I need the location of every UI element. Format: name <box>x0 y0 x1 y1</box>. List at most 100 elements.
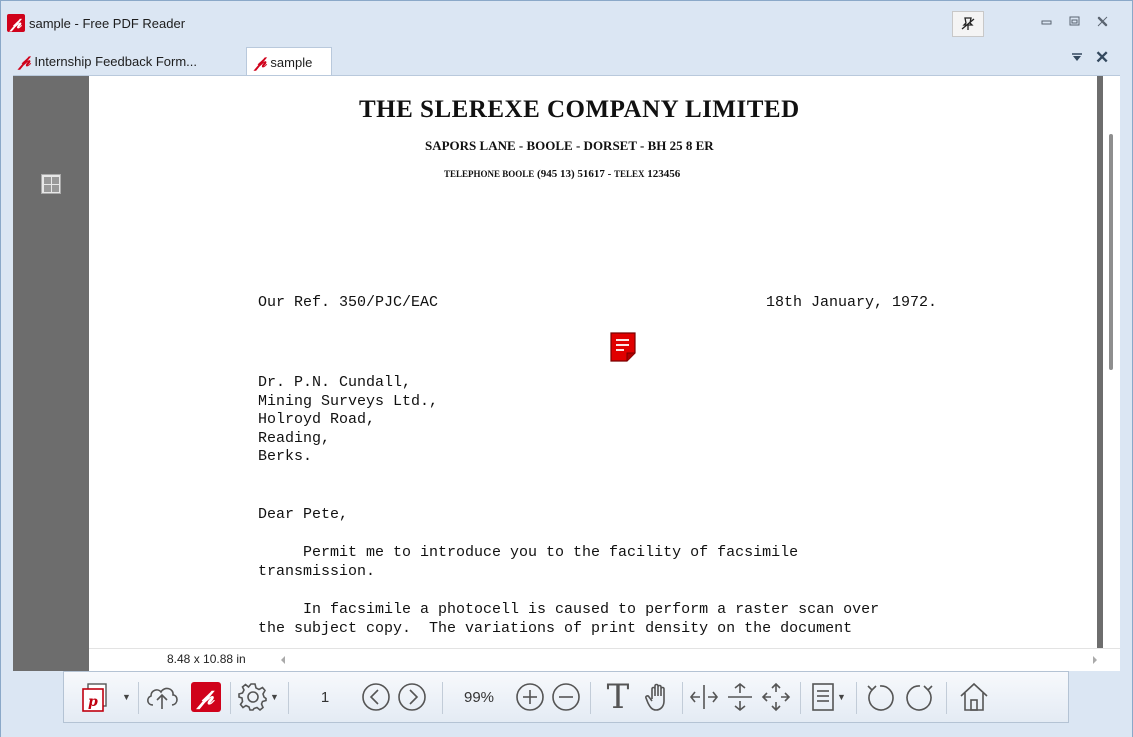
toolbar-separator <box>682 682 683 714</box>
open-pdf-icon: p <box>82 683 107 712</box>
thumbnails-icon-cell <box>44 185 51 192</box>
close-window-button[interactable] <box>1091 13 1113 33</box>
salutation: Dear Pete, <box>258 506 349 523</box>
open-file-button[interactable]: p <box>72 680 118 714</box>
hand-tool[interactable] <box>640 680 676 714</box>
vertical-scrollbar-thumb[interactable] <box>1109 134 1113 370</box>
tab-sample[interactable]: 𝓅 sample <box>246 47 332 75</box>
pdf-logo-icon: 𝓅 <box>191 682 221 712</box>
zoom-in-icon <box>516 683 544 711</box>
hand-icon <box>645 683 665 711</box>
recipient-line: Reading, <box>258 429 331 447</box>
page-number-field[interactable]: 1 <box>310 680 340 714</box>
reference-line: Our Ref. 350/PJC/EAC <box>258 294 439 311</box>
close-tab-button[interactable]: ✕ <box>1095 48 1109 68</box>
toolbar-separator <box>856 682 857 714</box>
next-page-button[interactable] <box>394 680 430 714</box>
chevron-right-circle-icon <box>398 683 426 711</box>
toolbar-separator <box>230 682 231 714</box>
paragraph-line: In facsimile a photocell is caused to pe… <box>258 601 880 618</box>
main-toolbar: p ▼ 𝓅 ▼ 1 99% T ▼ <box>63 671 1069 723</box>
recipient-line: Holroyd Road, <box>258 411 376 428</box>
minimize-icon <box>1041 20 1051 25</box>
rotate-right-button[interactable] <box>900 680 940 714</box>
telex-number: 123456 <box>647 168 681 180</box>
phone-number: (945 13) 51617 <box>537 168 605 180</box>
tab-list-icon <box>1072 53 1082 61</box>
pin-button[interactable] <box>952 11 984 37</box>
dropdown-arrow-icon: ▼ <box>270 692 279 702</box>
zoom-out-icon <box>552 683 580 711</box>
company-address: SAPORS LANE - BOOLE - DORSET - BH 25 8 E… <box>425 138 714 153</box>
restore-button[interactable] <box>1063 13 1085 33</box>
recipient-line: Dr. P.N. Cundall, <box>258 374 412 391</box>
toolbar-separator <box>138 682 139 714</box>
pdf-page[interactable]: THE SLEREXE COMPANY LIMITED SAPORS LANE … <box>89 76 1097 648</box>
svg-text:p: p <box>88 694 98 710</box>
recipient-line: Berks. <box>258 448 313 465</box>
dropdown-arrow-icon: ▼ <box>837 692 846 702</box>
home-button[interactable] <box>952 680 996 714</box>
fit-width-button[interactable] <box>686 680 722 714</box>
pdf-logo-icon: 𝓅 <box>19 51 31 70</box>
letter-date: 18th January, 1972. <box>766 294 938 311</box>
zoom-level-field[interactable]: 99% <box>456 680 502 714</box>
chevron-left-circle-icon <box>362 683 390 711</box>
thumbnails-icon <box>44 177 51 184</box>
fit-height-button[interactable] <box>722 680 758 714</box>
paragraph-line: transmission. <box>258 562 376 580</box>
zoom-out-button[interactable] <box>548 680 584 714</box>
app-window: 𝓅 sample - Free PDF Reader 𝓅 Internship F… <box>0 0 1133 737</box>
phone-label: TELEPHONE BOOLE <box>444 169 535 179</box>
pdf-logo-icon: 𝓅 <box>255 52 267 71</box>
zoom-level: 99% <box>463 688 495 706</box>
zoom-in-button[interactable] <box>512 680 548 714</box>
scroll-right-arrow-icon[interactable] <box>1091 655 1099 665</box>
recipient-line: Mining Surveys Ltd., <box>258 392 439 410</box>
pdf-app-button[interactable]: 𝓅 <box>188 680 224 714</box>
page-layout-button[interactable]: ▼ <box>806 680 850 714</box>
company-phone: TELEPHONE BOOLE (945 13) 51617 - TELEX 1… <box>444 168 681 180</box>
open-file-dropdown[interactable]: ▼ <box>120 680 132 714</box>
close-icon <box>1097 16 1107 27</box>
page-number: 1 <box>320 688 330 706</box>
toolbar-separator <box>946 682 947 714</box>
text-cursor-icon: T <box>606 677 630 717</box>
tab-bar: 𝓅 Internship Feedback Form... 𝓅 sample <box>1 45 1132 75</box>
toolbar-separator <box>442 682 443 714</box>
status-bar: 8.48 x 10.88 in <box>89 648 1120 672</box>
app-logo-icon: 𝓅 <box>7 14 25 32</box>
scroll-left-arrow-icon[interactable] <box>279 655 287 665</box>
minimize-button[interactable] <box>1035 13 1057 33</box>
cloud-upload-icon <box>147 687 178 709</box>
gear-icon <box>238 683 267 712</box>
tab-internship-feedback[interactable]: 𝓅 Internship Feedback Form... <box>11 47 241 75</box>
upload-cloud-button[interactable] <box>142 680 182 714</box>
settings-button[interactable]: ▼ <box>234 680 282 714</box>
previous-page-button[interactable] <box>358 680 394 714</box>
paragraph-line: the subject copy. The variations of prin… <box>258 619 853 637</box>
rotate-left-button[interactable] <box>860 680 900 714</box>
window-title: sample - Free PDF Reader <box>29 16 186 31</box>
toolbar-area: p ▼ 𝓅 ▼ 1 99% T ▼ <box>1 671 1132 737</box>
tab-label: sample <box>270 55 313 70</box>
document-lines-icon <box>812 683 834 711</box>
company-heading: THE SLEREXE COMPANY LIMITED <box>359 96 800 123</box>
title-bar: 𝓅 sample - Free PDF Reader <box>1 1 1132 45</box>
toolbar-separator <box>800 682 801 714</box>
thumbnails-icon-cell <box>52 185 59 192</box>
telex-label: TELEX <box>614 169 645 179</box>
thumbnails-button[interactable] <box>41 174 61 194</box>
tab-list-menu-button[interactable] <box>1071 50 1083 65</box>
fit-page-button[interactable] <box>758 680 794 714</box>
rotate-clockwise-icon <box>906 685 933 711</box>
toolbar-separator <box>288 682 289 714</box>
fit-width-icon <box>689 685 719 709</box>
tab-label: Internship Feedback Form... <box>34 54 197 69</box>
rotate-counterclockwise-icon <box>867 685 894 711</box>
text-select-tool[interactable]: T <box>598 680 638 714</box>
sticky-note-icon[interactable] <box>610 332 636 362</box>
thumbnails-icon-cell <box>52 177 59 184</box>
page-size-label: 8.48 x 10.88 in <box>167 652 246 666</box>
pin-off-icon <box>961 17 975 30</box>
